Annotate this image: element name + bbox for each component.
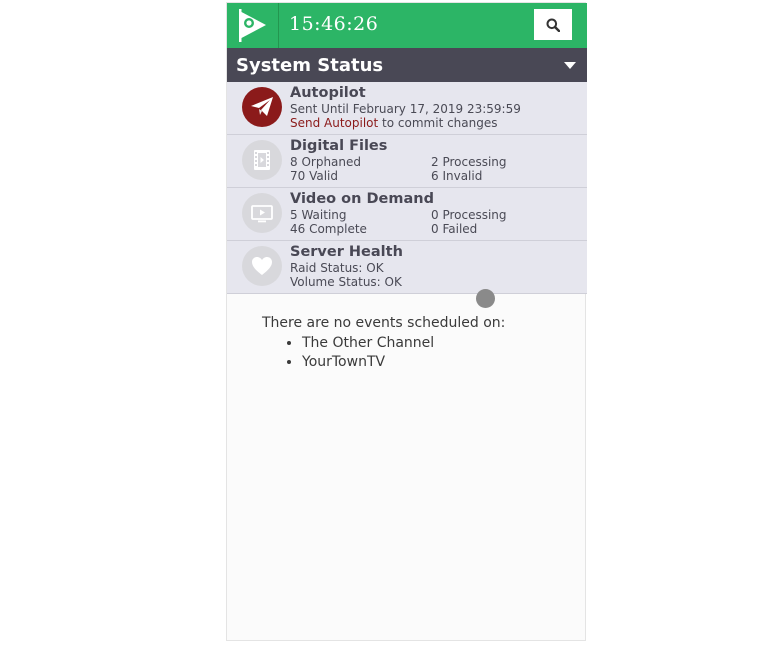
flag-play-logo-icon xyxy=(239,9,266,42)
top-bar: 15:46:26 xyxy=(227,3,587,48)
status-list: Autopilot Sent Until February 17, 2019 2… xyxy=(227,82,587,294)
raid-status: Raid Status: OK xyxy=(290,261,384,275)
autopilot-commit-note: Send Autopilot to commit changes xyxy=(290,116,498,130)
digital-files-valid: 70 Valid xyxy=(290,169,338,183)
film-icon xyxy=(254,150,270,170)
server-health-row[interactable]: Server Health Raid Status: OK Volume Sta… xyxy=(227,241,587,294)
vod-failed: 0 Failed xyxy=(431,222,478,236)
paper-plane-icon xyxy=(251,97,273,116)
channel-item: YourTownTV xyxy=(302,353,505,372)
channel-list: The Other Channel YourTownTV xyxy=(262,334,505,372)
system-status-title: System Status xyxy=(236,55,384,76)
vod-processing: 0 Processing xyxy=(431,208,507,222)
autopilot-row[interactable]: Autopilot Sent Until February 17, 2019 2… xyxy=(227,82,587,135)
digital-files-icon-badge xyxy=(242,140,282,180)
system-status-header[interactable]: System Status xyxy=(227,48,587,82)
scroll-handle[interactable] xyxy=(476,289,495,308)
search-icon xyxy=(546,18,560,32)
send-autopilot-link[interactable]: Send Autopilot xyxy=(290,116,378,130)
video-on-demand-row[interactable]: Video on Demand 5 Waiting 0 Processing 4… xyxy=(227,188,587,241)
events-section: There are no events scheduled on: The Ot… xyxy=(262,315,505,372)
vod-icon-badge xyxy=(242,193,282,233)
caret-down-icon[interactable] xyxy=(564,62,576,69)
digital-files-processing: 2 Processing xyxy=(431,155,507,169)
volume-status: Volume Status: OK xyxy=(290,275,402,289)
server-health-title: Server Health xyxy=(290,244,403,260)
autopilot-icon-badge xyxy=(242,87,282,127)
vod-title: Video on Demand xyxy=(290,191,434,207)
vod-waiting: 5 Waiting xyxy=(290,208,347,222)
logo[interactable] xyxy=(227,3,279,48)
channel-item: The Other Channel xyxy=(302,334,505,353)
clock: 15:46:26 xyxy=(289,13,379,35)
vod-complete: 46 Complete xyxy=(290,222,367,236)
app-panel: 15:46:26 System Status Autopilot Sent Un… xyxy=(226,2,587,641)
digital-files-invalid: 6 Invalid xyxy=(431,169,483,183)
no-events-message: There are no events scheduled on: xyxy=(262,315,506,331)
play-screen-icon xyxy=(251,205,273,223)
digital-files-row[interactable]: Digital Files 8 Orphaned 2 Processing 70… xyxy=(227,135,587,188)
autopilot-sent-until: Sent Until February 17, 2019 23:59:59 xyxy=(290,102,521,116)
autopilot-title: Autopilot xyxy=(290,85,366,101)
autopilot-commit-suffix: to commit changes xyxy=(378,116,498,130)
search-button[interactable] xyxy=(534,9,572,40)
server-health-icon-badge xyxy=(242,246,282,286)
heart-icon xyxy=(252,257,272,275)
digital-files-orphaned: 8 Orphaned xyxy=(290,155,362,169)
digital-files-title: Digital Files xyxy=(290,138,388,154)
